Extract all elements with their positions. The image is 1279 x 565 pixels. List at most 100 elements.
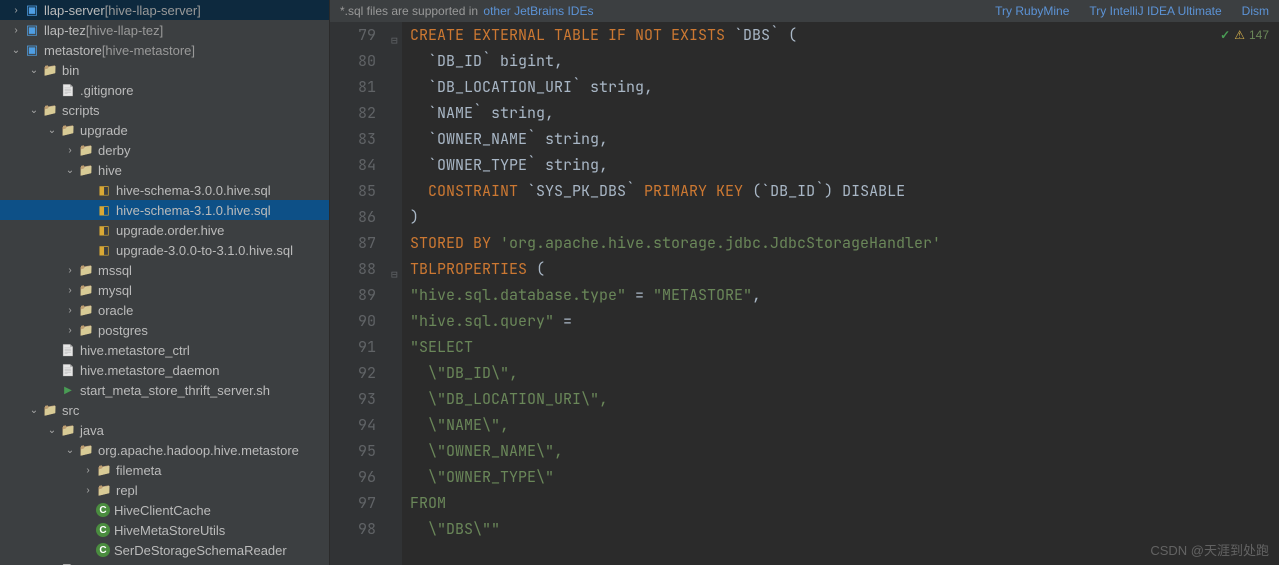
tip-action[interactable]: Dism <box>1242 4 1269 18</box>
folder-icon <box>78 162 94 178</box>
tree-arrow-icon[interactable] <box>26 105 42 116</box>
tree-item[interactable]: hive.metastore_ctrl <box>0 340 329 360</box>
tree-arrow-icon[interactable] <box>8 45 24 56</box>
tree-label: hive-schema-3.0.0.hive.sql <box>116 183 271 198</box>
tree-label: HiveClientCache <box>114 503 211 518</box>
folder-icon <box>96 462 112 478</box>
tree-arrow-icon[interactable] <box>8 25 24 36</box>
line-gutter: 7980818283848586878889909192939495969798 <box>330 22 390 565</box>
tree-item[interactable]: hive.metastore_daemon <box>0 360 329 380</box>
tree-item[interactable]: repl <box>0 480 329 500</box>
tree-label: upgrade-3.0.0-to-3.1.0.hive.sql <box>116 243 293 258</box>
tree-arrow-icon[interactable] <box>62 445 78 456</box>
tree-arrow-icon[interactable] <box>26 65 42 76</box>
tree-item[interactable]: HiveMetaStoreUtils <box>0 520 329 540</box>
tree-item[interactable]: start_meta_store_thrift_server.sh <box>0 380 329 400</box>
tree-item[interactable]: oracle <box>0 300 329 320</box>
file-icon <box>60 342 76 358</box>
tree-item[interactable]: SerDeStorageSchemaReader <box>0 540 329 560</box>
tree-item[interactable]: hive-schema-3.1.0.hive.sql <box>0 200 329 220</box>
module-icon <box>24 22 40 38</box>
tree-item[interactable]: llap-server [hive-llap-server] <box>0 0 329 20</box>
folder-icon <box>60 422 76 438</box>
file-icon <box>60 362 76 378</box>
tree-label: hive <box>98 163 122 178</box>
tip-action[interactable]: Try IntelliJ IDEA Ultimate <box>1089 4 1221 18</box>
folder-icon <box>42 402 58 418</box>
tree-arrow-icon[interactable] <box>62 265 78 276</box>
code-editor[interactable]: 7980818283848586878889909192939495969798… <box>330 22 1279 565</box>
tree-item[interactable]: .gitignore <box>0 80 329 100</box>
tree-item[interactable]: filemeta <box>0 460 329 480</box>
sql-icon <box>96 202 112 218</box>
tree-item[interactable]: postgres <box>0 320 329 340</box>
tree-arrow-icon[interactable] <box>80 465 96 476</box>
module-icon <box>24 2 40 18</box>
tree-item[interactable]: mssql <box>0 260 329 280</box>
tree-label: mysql <box>98 283 132 298</box>
tree-label: org.apache.hadoop.hive.metastore <box>98 443 299 458</box>
tip-link[interactable]: other JetBrains IDEs <box>483 4 593 18</box>
tip-bar: *.sql files are supported in other JetBr… <box>330 0 1279 22</box>
tree-item[interactable]: java <box>0 420 329 440</box>
tree-item[interactable]: org.apache.hadoop.hive.metastore <box>0 440 329 460</box>
class-icon <box>96 523 110 537</box>
tree-item[interactable]: scripts <box>0 100 329 120</box>
tree-label: oracle <box>98 303 133 318</box>
tree-label: llap-server <box>44 3 105 18</box>
fold-icon[interactable]: ⊟ <box>391 262 398 288</box>
tree-item[interactable]: src <box>0 400 329 420</box>
folder-icon <box>78 322 94 338</box>
tree-label: scripts <box>62 103 100 118</box>
tree-arrow-icon[interactable] <box>80 485 96 496</box>
tree-item[interactable]: HiveClientCache <box>0 500 329 520</box>
tree-item[interactable]: metastore [hive-metastore] <box>0 40 329 60</box>
tree-item[interactable]: upgrade <box>0 120 329 140</box>
tree-arrow-icon[interactable] <box>62 165 78 176</box>
tree-item[interactable]: derby <box>0 140 329 160</box>
sql-icon <box>96 182 112 198</box>
tree-label: repl <box>116 483 138 498</box>
tree-arrow-icon[interactable] <box>62 285 78 296</box>
tree-arrow-icon[interactable] <box>62 305 78 316</box>
watermark: CSDN @天涯到处跑 <box>1150 540 1269 559</box>
module-bracket: [hive-llap-tez] <box>86 23 163 38</box>
tip-text: *.sql files are supported in <box>340 4 478 18</box>
class-icon <box>96 543 110 557</box>
folder-icon <box>78 262 94 278</box>
fold-icon[interactable]: ⊟ <box>391 28 398 54</box>
tip-action[interactable]: Try RubyMine <box>995 4 1069 18</box>
tree-arrow-icon[interactable] <box>62 145 78 156</box>
tree-arrow-icon[interactable] <box>8 5 24 16</box>
tree-item[interactable]: hive-schema-3.0.0.hive.sql <box>0 180 329 200</box>
tree-arrow-icon[interactable] <box>62 325 78 336</box>
file-icon <box>60 82 76 98</box>
tree-label: upgrade.order.hive <box>116 223 224 238</box>
fold-column[interactable]: ⊟⊟ <box>390 22 402 565</box>
tree-item[interactable]: hive <box>0 160 329 180</box>
folder-icon <box>78 282 94 298</box>
tree-arrow-icon[interactable] <box>26 405 42 416</box>
tree-label: .gitignore <box>80 83 133 98</box>
tree-label: SerDeStorageSchemaReader <box>114 543 287 558</box>
tree-arrow-icon[interactable] <box>44 425 60 436</box>
folder-icon <box>78 142 94 158</box>
project-tree[interactable]: llap-server [hive-llap-server]llap-tez [… <box>0 0 330 565</box>
tree-arrow-icon[interactable] <box>44 125 60 136</box>
tree-item[interactable]: hive-metastore.iml <box>0 560 329 565</box>
play-icon <box>60 382 76 398</box>
code-content[interactable]: CREATE EXTERNAL TABLE IF NOT EXISTS `DBS… <box>402 22 1279 565</box>
tree-item[interactable]: mysql <box>0 280 329 300</box>
tree-item[interactable]: bin <box>0 60 329 80</box>
folder-icon <box>42 102 58 118</box>
tree-item[interactable]: upgrade.order.hive <box>0 220 329 240</box>
editor-pane: *.sql files are supported in other JetBr… <box>330 0 1279 565</box>
folder-icon <box>42 62 58 78</box>
folder-icon <box>96 482 112 498</box>
tree-item[interactable]: upgrade-3.0.0-to-3.1.0.hive.sql <box>0 240 329 260</box>
tree-label: java <box>80 423 104 438</box>
tree-label: bin <box>62 63 79 78</box>
tree-label: hive.metastore_ctrl <box>80 343 190 358</box>
tree-label: filemeta <box>116 463 162 478</box>
tree-item[interactable]: llap-tez [hive-llap-tez] <box>0 20 329 40</box>
